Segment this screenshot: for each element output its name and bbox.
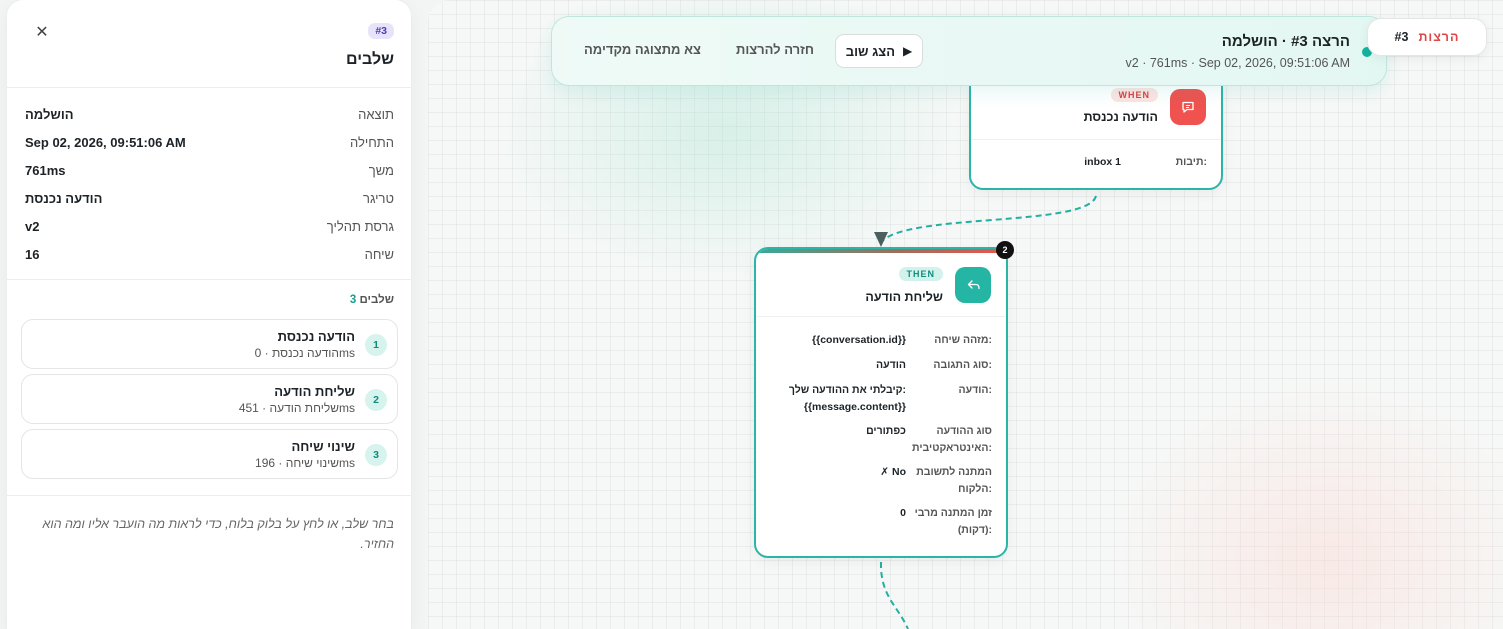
action-node[interactable]: THEN שליחת הודעה מזהה שיחה: {{conversati…: [754, 247, 1008, 558]
meta-value: הושלמה: [25, 107, 74, 122]
step-detail: שליחת הודעה · 451ms: [238, 401, 355, 415]
panel-title: שלבים: [346, 51, 394, 68]
message-icon: [1170, 89, 1206, 125]
step-name: הודעה נכנסת: [277, 329, 355, 344]
meta-value: 761ms: [25, 163, 66, 178]
meta-row-started: התחילה Sep 02, 2026, 09:51:06 AM: [25, 135, 394, 155]
step-number: 2: [365, 389, 387, 411]
trigger-title: הודעה נכנסת: [1083, 110, 1158, 124]
play-icon: ▶: [903, 44, 913, 58]
step-item[interactable]: 2 שליחת הודעה שליחת הודעה · 451ms: [21, 374, 398, 424]
trigger-badge: WHEN: [1110, 88, 1158, 102]
action-prop-label: מזהה שיחה:: [934, 334, 992, 346]
action-prop-value: 0: [900, 507, 906, 519]
edge-action-outgoing: [879, 561, 909, 629]
step-item[interactable]: 1 הודעה נכנסת הודעה נכנסת · 0ms: [21, 319, 398, 369]
action-node-header: THEN שליחת הודעה: [756, 249, 1006, 317]
action-prop-value: {{conversation.id}}: [812, 334, 906, 346]
replay-button[interactable]: ▶ הצג שוב: [835, 34, 923, 68]
meta-row-version: גרסת תהליך v2: [25, 219, 394, 239]
hint-text: בחר שלב, או לחץ על בלוק בלוח, כדי לראות …: [42, 517, 394, 551]
meta-label: טריגר: [363, 191, 394, 206]
run-title: הרצה #3 · הושלמה: [1221, 33, 1350, 50]
run-preview-bar: הרצה #3 · הושלמה v2 · 761ms · Sep 02, 20…: [551, 16, 1387, 86]
trigger-node[interactable]: WHEN הודעה נכנסת תיבות: inbox 1: [969, 72, 1223, 190]
action-step-number: 2: [996, 241, 1014, 259]
runs-chip-value: #3: [1394, 30, 1409, 44]
meta-row-result: תוצאה הושלמה: [25, 107, 394, 127]
steps-panel: ✕ #3 שלבים תוצאה הושלמה התחילה Sep 02, 2…: [7, 0, 411, 629]
panel-header: ✕ #3 שלבים: [7, 0, 411, 88]
exit-preview-button[interactable]: צא מתצוגה מקדימה: [584, 42, 701, 57]
divider: [7, 495, 411, 496]
back-to-runs-button[interactable]: חזרה להרצות: [736, 42, 814, 57]
action-title: שליחת הודעה: [865, 290, 943, 304]
action-prop-label: הודעה:: [958, 384, 992, 396]
action-prop-label: זמן המתנה מרבי (דקות):: [914, 507, 992, 536]
reply-arrow-icon: [955, 267, 991, 303]
action-prop-value: ✗ No: [880, 466, 906, 478]
meta-label: גרסת תהליך: [326, 219, 394, 234]
meta-label: משך: [368, 163, 394, 178]
run-meta: תוצאה הושלמה התחילה Sep 02, 2026, 09:51:…: [7, 88, 411, 280]
meta-value: Sep 02, 2026, 09:51:06 AM: [25, 135, 186, 150]
edge-arrowhead: [874, 232, 888, 247]
meta-row-trigger: טריגר הודעה נכנסת: [25, 191, 394, 211]
step-item[interactable]: 3 שינוי שיחה שינוי שיחה · 196ms: [21, 429, 398, 479]
step-detail: הודעה נכנסת · 0ms: [254, 346, 355, 360]
action-prop-label: המתנה לתשובת הלקוח:: [916, 466, 992, 495]
meta-row-duration: משך 761ms: [25, 163, 394, 183]
meta-label: תוצאה: [358, 107, 394, 122]
meta-label: שיחה: [364, 247, 394, 262]
edge-trigger-to-action: [879, 195, 1097, 245]
close-icon[interactable]: ✕: [34, 22, 50, 41]
trigger-prop-label: תיבות:: [1175, 156, 1207, 168]
trigger-prop-row: תיבות: inbox 1: [971, 140, 1221, 180]
step-number: 1: [365, 334, 387, 356]
action-prop-value: כפתורים: [866, 425, 906, 437]
run-subtitle: v2 · 761ms · Sep 02, 2026, 09:51:06 AM: [1125, 56, 1350, 70]
action-props: מזהה שיחה: {{conversation.id}} סוג התגוב…: [756, 317, 1006, 556]
meta-label: התחילה: [349, 135, 394, 150]
workflow-canvas[interactable]: WHEN הודעה נכנסת תיבות: inbox 1 THEN שלי…: [428, 0, 1503, 629]
step-name: שינוי שיחה: [291, 439, 355, 454]
action-prop-value: קיבלתי את ההודעה שלך: {{message.content}…: [788, 384, 906, 413]
action-badge: THEN: [898, 267, 943, 281]
action-prop-label: סוג ההודעה האינטראקטיבית:: [912, 425, 992, 454]
action-prop-label: סוג התגובה:: [933, 359, 992, 371]
replay-label: הצג שוב: [845, 43, 896, 59]
steps-heading: שלבים 3: [350, 294, 394, 306]
meta-row-conversation: שיחה 16: [25, 247, 394, 267]
step-number: 3: [365, 444, 387, 466]
steps-count: 3: [349, 294, 357, 306]
trigger-prop-value: inbox 1: [1084, 156, 1121, 168]
runs-chip-label: הרצות: [1418, 30, 1460, 44]
meta-value: הודעה נכנסת: [25, 191, 103, 206]
action-prop-value: הודעה: [876, 359, 906, 371]
meta-value: v2: [25, 219, 40, 234]
step-detail: שינוי שיחה · 196ms: [255, 456, 355, 470]
step-name: שליחת הודעה: [274, 384, 355, 399]
steps-heading-label: שלבים: [359, 294, 395, 306]
run-number-badge: #3: [368, 23, 394, 39]
meta-value: 16: [25, 247, 40, 262]
runs-chip[interactable]: הרצות #3: [1367, 18, 1487, 56]
